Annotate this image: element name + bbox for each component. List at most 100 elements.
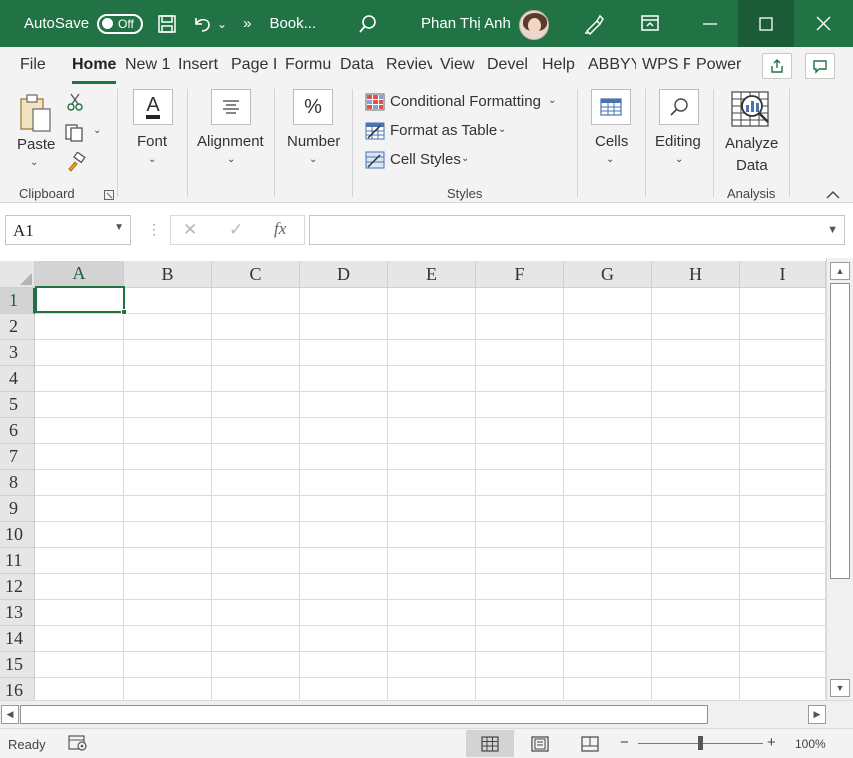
column-header-f[interactable]: F [476,261,564,288]
row-header-7[interactable]: 7 [0,444,35,470]
cut-icon[interactable] [66,93,84,111]
column-header-h[interactable]: H [652,261,740,288]
conditional-formatting-button[interactable]: Conditional Formatting ⌄ [365,92,565,112]
zoom-out-button[interactable]: − [620,734,629,751]
undo-icon[interactable] [191,14,213,34]
share-button[interactable] [762,53,792,79]
column-header-a[interactable]: A [35,261,124,288]
copy-icon[interactable] [64,123,83,142]
row-header-12[interactable]: 12 [0,574,35,600]
row-header-10[interactable]: 10 [0,522,35,548]
avatar[interactable] [519,10,549,40]
column-header-c[interactable]: C [212,261,300,288]
row-header-2[interactable]: 2 [0,314,35,340]
comments-button[interactable] [805,53,835,79]
tab-help[interactable]: Help [542,56,582,74]
maximize-button[interactable] [738,0,794,47]
row-header-14[interactable]: 14 [0,626,35,652]
row-header-13[interactable]: 13 [0,600,35,626]
cells-button[interactable]: Cells ⌄ [585,89,637,173]
tab-formulas[interactable]: Formu [285,56,333,74]
more-commands-icon[interactable]: » [243,15,251,32]
scroll-up-button[interactable]: ▲ [830,262,850,280]
horizontal-scrollbar[interactable]: ◀ ▶ [0,700,853,728]
copy-chevron-icon[interactable]: ⌄ [93,125,101,136]
tab-data[interactable]: Data [340,56,380,74]
tab-developer[interactable]: Devel [487,56,535,74]
page-layout-view-button[interactable] [516,730,564,757]
row-header-16[interactable]: 16 [0,678,35,700]
column-header-i[interactable]: I [740,261,826,288]
name-box[interactable]: A1 ▼ [5,215,131,245]
alignment-chevron-icon: ⌄ [227,154,236,165]
close-button[interactable] [795,0,851,47]
number-button[interactable]: % Number ⌄ [282,89,346,173]
editing-button[interactable]: Editing ⌄ [652,89,708,173]
row-header-11[interactable]: 11 [0,548,35,574]
search-icon[interactable] [358,14,378,34]
active-cell-a1[interactable] [35,286,127,315]
expand-formula-bar-icon[interactable]: ▼ [827,224,838,236]
font-button[interactable]: A Font ⌄ [125,89,181,173]
paste-button[interactable]: Paste ⌄ [14,91,56,171]
scroll-right-button[interactable]: ▶ [808,705,826,724]
tab-abbyy[interactable]: ABBYY [588,56,636,74]
format-painter-icon[interactable] [66,151,86,172]
ribbon-display-icon[interactable] [640,14,660,32]
save-icon[interactable] [157,14,177,34]
tab-home[interactable]: Home [72,56,118,74]
fill-handle[interactable] [121,309,127,315]
row-header-6[interactable]: 6 [0,418,35,444]
row-header-5[interactable]: 5 [0,392,35,418]
name-box-dropdown-icon[interactable]: ▼ [114,222,124,233]
user-name[interactable]: Phan Thị Anh [421,15,511,32]
tab-page-layout[interactable]: Page I [231,56,279,74]
format-as-table-button[interactable]: Format as Table ⌄ [365,121,515,141]
column-header-d[interactable]: D [300,261,388,288]
tab-wps[interactable]: WPS F [642,56,690,74]
clipboard-launcher-icon[interactable] [104,188,114,203]
autosave-toggle[interactable]: Off [97,13,144,34]
column-header-b[interactable]: B [124,261,212,288]
vertical-scrollbar[interactable]: ▲ ▼ [826,258,853,700]
tab-review[interactable]: Reviev [386,56,432,74]
vertical-scroll-thumb[interactable] [830,283,850,579]
scroll-left-button[interactable]: ◀ [1,705,19,724]
row-header-15[interactable]: 15 [0,652,35,678]
analyze-data-button[interactable]: Analyze Data [720,89,784,179]
row-header-3[interactable]: 3 [0,340,35,366]
column-header-g[interactable]: G [564,261,652,288]
zoom-level[interactable]: 100% [795,737,826,751]
horizontal-scroll-thumb[interactable] [20,705,708,724]
drag-handle-icon[interactable]: ⋮ [147,221,161,238]
insert-function-icon[interactable]: fx [274,219,286,239]
row-header-8[interactable]: 8 [0,470,35,496]
select-all-button[interactable] [0,261,35,288]
row-header-1[interactable]: 1 [0,288,35,314]
pen-icon[interactable] [583,13,605,35]
worksheet-grid[interactable]: A B C D E F G H I 1 2 3 4 5 6 7 8 9 10 1… [0,258,826,700]
row-header-4[interactable]: 4 [0,366,35,392]
tab-new[interactable]: New 1 [125,56,171,74]
scroll-down-button[interactable]: ▼ [830,679,850,697]
minimize-button[interactable] [682,0,738,47]
alignment-button[interactable]: Alignment ⌄ [193,89,271,173]
tab-power[interactable]: Power [696,56,744,74]
tab-insert[interactable]: Insert [178,56,224,74]
normal-view-button[interactable] [466,730,514,757]
accessibility-icon[interactable] [68,735,88,755]
tab-view[interactable]: View [440,56,480,74]
zoom-in-button[interactable]: + [767,734,776,751]
collapse-ribbon-icon[interactable] [826,187,840,202]
cell-styles-button[interactable]: Cell Styles ⌄ [365,150,475,170]
undo-dropdown-icon[interactable]: ⌄ [217,17,227,31]
document-name[interactable]: Book... [269,15,316,32]
row-header-9[interactable]: 9 [0,496,35,522]
column-header-e[interactable]: E [388,261,476,288]
page-break-view-button[interactable] [566,730,614,757]
zoom-slider-thumb[interactable] [698,736,703,750]
tab-file[interactable]: File [20,56,46,74]
enter-icon[interactable]: ✓ [229,220,243,240]
cancel-icon[interactable]: ✕ [183,220,197,240]
formula-input[interactable]: ▼ [309,215,845,245]
